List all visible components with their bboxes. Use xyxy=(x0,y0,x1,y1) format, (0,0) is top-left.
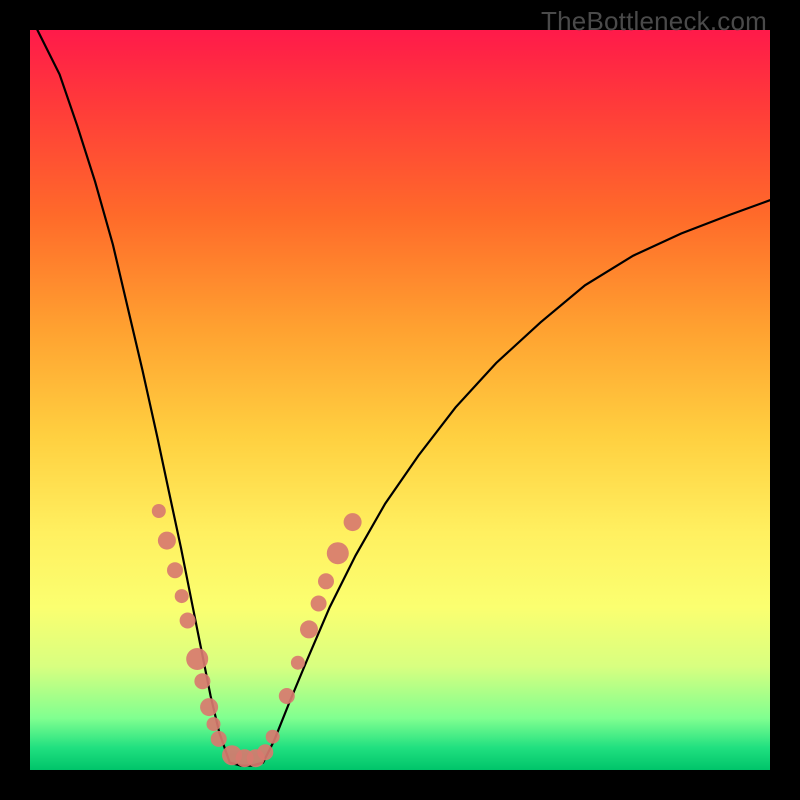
watermark-text: TheBottleneck.com xyxy=(541,6,767,37)
outer-frame: TheBottleneck.com xyxy=(0,0,800,800)
plot-area xyxy=(30,30,770,770)
